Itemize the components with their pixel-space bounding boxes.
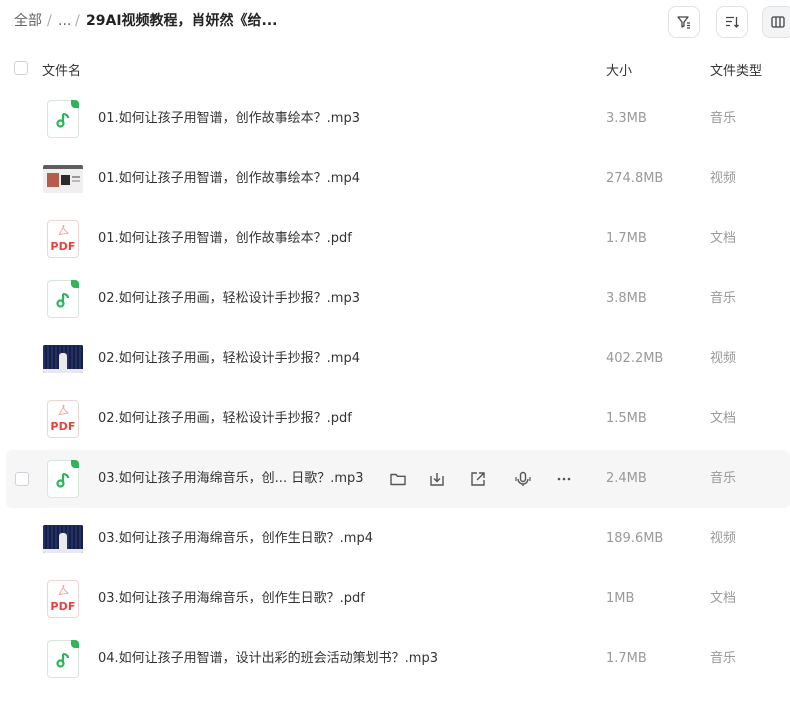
folder-icon xyxy=(390,473,406,486)
file-type: 视频 xyxy=(710,531,737,546)
more-icon xyxy=(557,477,571,481)
breadcrumb-current: 29AI视频教程，肖妍然《给... xyxy=(86,13,278,29)
table-row[interactable]: PDF 02.如何让孩子用画，轻松设计手抄报？.pdf 1.5MB 文档 xyxy=(6,390,790,448)
open-folder-button[interactable] xyxy=(387,468,409,490)
table-row[interactable]: 02.如何让孩子用画，轻松设计手抄报？.mp4 402.2MB 视频 xyxy=(6,330,790,388)
more-options-button[interactable] xyxy=(553,468,575,490)
column-header-type[interactable]: 文件类型 xyxy=(710,60,762,79)
sort-icon xyxy=(726,16,739,28)
file-type: 音乐 xyxy=(710,651,737,666)
file-size: 1.7MB xyxy=(606,651,647,666)
pdf-file-icon: PDF xyxy=(46,580,80,618)
video-thumbnail-icon xyxy=(43,160,83,198)
table-row[interactable]: 01.如何让孩子用智谱，创作故事绘本？.mp3 3.3MB 音乐 xyxy=(6,90,790,148)
columns-view-icon xyxy=(771,16,785,28)
filter-icon xyxy=(677,16,690,29)
breadcrumb-root[interactable]: 全部 xyxy=(14,12,42,30)
top-bar: 全部 / ... / 29AI视频教程，肖妍然《给... xyxy=(0,0,790,44)
table-row[interactable]: PDF 01.如何让孩子用智谱，创作故事绘本？.pdf 1.7MB 文档 xyxy=(6,210,790,268)
select-all-checkbox[interactable] xyxy=(14,61,28,75)
file-size: 402.2MB xyxy=(606,351,664,366)
file-name[interactable]: 02.如何让孩子用画，轻松设计手抄报？.mp4 xyxy=(98,350,360,368)
file-size: 2.4MB xyxy=(606,471,647,486)
file-type: 音乐 xyxy=(710,471,737,486)
audio-file-icon xyxy=(46,280,80,318)
column-header-name[interactable]: 文件名 xyxy=(42,60,81,79)
column-header-size[interactable]: 大小 xyxy=(606,60,632,79)
file-name[interactable]: 02.如何让孩子用画，轻松设计手抄报？.pdf xyxy=(98,410,352,428)
microphone-icon xyxy=(515,471,531,486)
video-thumbnail-icon xyxy=(43,340,83,378)
table-row[interactable]: 04.如何让孩子用智谱，设计出彩的班会活动策划书？.mp3 1.7MB 音乐 xyxy=(6,630,790,688)
share-button[interactable] xyxy=(467,468,489,490)
pdf-file-icon: PDF xyxy=(46,220,80,258)
file-name[interactable]: 03.如何让孩子用海绵音乐，创作生日歌？.mp4 xyxy=(98,530,373,548)
view-toggle-button[interactable] xyxy=(762,6,790,38)
file-size: 1MB xyxy=(606,591,635,606)
file-name[interactable]: 03.如何让孩子用海绵音乐，创作生日歌？.pdf xyxy=(98,590,365,608)
file-type: 音乐 xyxy=(710,291,737,306)
file-name[interactable]: 01.如何让孩子用智谱，创作故事绘本？.mp3 xyxy=(98,110,360,128)
share-icon xyxy=(471,472,485,486)
file-name[interactable]: 04.如何让孩子用智谱，设计出彩的班会活动策划书？.mp3 xyxy=(98,650,438,668)
audio-file-icon xyxy=(46,640,80,678)
table-row[interactable]: PDF 03.如何让孩子用海绵音乐，创作生日歌？.pdf 1MB 文档 xyxy=(6,570,790,628)
breadcrumb-ellipsis[interactable]: ... xyxy=(58,12,71,30)
file-name[interactable]: 02.如何让孩子用画，轻松设计手抄报？.mp3 xyxy=(98,290,360,308)
file-size: 3.8MB xyxy=(606,291,647,306)
file-size: 1.5MB xyxy=(606,411,647,426)
table-row[interactable]: 02.如何让孩子用画，轻松设计手抄报？.mp3 3.8MB 音乐 xyxy=(6,270,790,328)
table-row[interactable]: 01.如何让孩子用智谱，创作故事绘本？.mp4 274.8MB 视频 xyxy=(6,150,790,208)
file-type: 文档 xyxy=(710,411,737,426)
table-row[interactable]: 03.如何让孩子用海绵音乐，创作生日歌？.mp4 189.6MB 视频 xyxy=(6,510,790,568)
file-type: 文档 xyxy=(710,591,737,606)
breadcrumb-separator: / xyxy=(47,13,52,29)
audio-file-icon xyxy=(46,460,80,498)
audio-file-icon xyxy=(46,100,80,138)
download-button[interactable] xyxy=(426,468,448,490)
download-icon xyxy=(430,473,444,486)
file-name[interactable]: 01.如何让孩子用智谱，创作故事绘本？.pdf xyxy=(98,230,352,248)
pdf-file-icon: PDF xyxy=(46,400,80,438)
file-type: 音乐 xyxy=(710,111,737,126)
file-type: 文档 xyxy=(710,231,737,246)
table-header: 文件名 大小 文件类型 xyxy=(0,54,790,84)
file-name[interactable]: 01.如何让孩子用智谱，创作故事绘本？.mp4 xyxy=(98,170,360,188)
file-size: 274.8MB xyxy=(606,171,664,186)
file-type: 视频 xyxy=(710,351,737,366)
file-size: 1.7MB xyxy=(606,231,647,246)
file-size: 189.6MB xyxy=(606,531,664,546)
file-type: 视频 xyxy=(710,171,737,186)
file-size: 3.3MB xyxy=(606,111,647,126)
filter-button[interactable] xyxy=(668,6,700,38)
row-checkbox[interactable] xyxy=(15,472,29,486)
file-name[interactable]: 03.如何让孩子用海绵音乐，创... 日歌？.mp3 xyxy=(98,470,364,488)
transcribe-button[interactable] xyxy=(512,468,534,490)
video-thumbnail-icon xyxy=(43,520,83,558)
breadcrumb-separator: / xyxy=(75,13,80,29)
sort-button[interactable] xyxy=(716,6,748,38)
table-row[interactable]: 03.如何让孩子用海绵音乐，创... 日歌？.mp3 2.4MB 音乐 xyxy=(6,450,790,508)
